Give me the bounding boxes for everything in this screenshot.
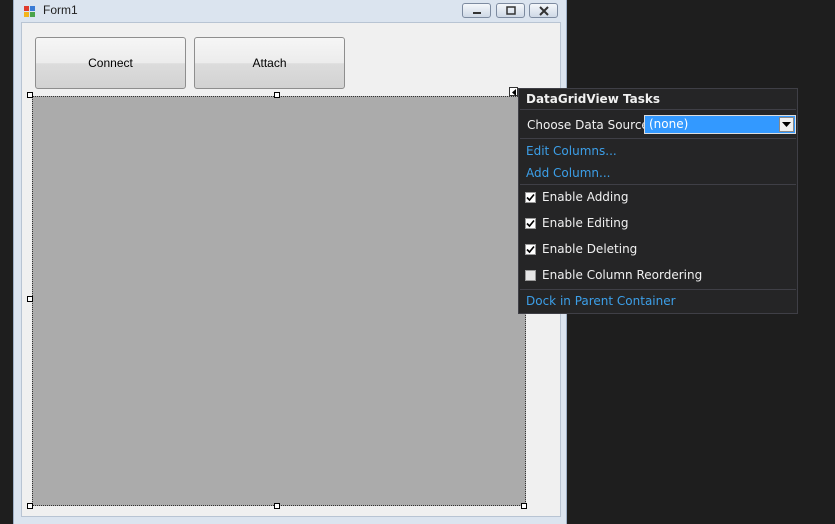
maximize-icon xyxy=(506,6,516,15)
connect-button[interactable]: Connect xyxy=(35,37,186,89)
form-app-icon xyxy=(23,4,37,18)
tasks-panel-title: DataGridView Tasks xyxy=(526,92,660,106)
enable-deleting-option[interactable]: Enable Deleting xyxy=(525,242,637,256)
form-titlebar[interactable]: Form1 xyxy=(14,0,566,22)
attach-button[interactable]: Attach xyxy=(194,37,345,89)
checkmark-icon xyxy=(526,219,535,227)
enable-adding-option[interactable]: Enable Adding xyxy=(525,190,628,204)
data-source-value: (none) xyxy=(649,117,689,131)
checkmark-icon xyxy=(526,245,535,253)
resize-handle-top[interactable] xyxy=(274,92,280,98)
form-title: Form1 xyxy=(43,3,78,17)
datagridview-tasks-panel: DataGridView Tasks Choose Data Source: (… xyxy=(518,88,798,314)
resize-handle-bottom-right[interactable] xyxy=(521,503,527,509)
resize-handle-left[interactable] xyxy=(27,296,33,302)
smart-tag-glyph[interactable] xyxy=(509,87,518,96)
close-icon xyxy=(539,6,549,16)
form-client-area: Connect Attach xyxy=(21,22,561,517)
enable-adding-label: Enable Adding xyxy=(542,190,629,204)
divider xyxy=(520,289,796,290)
resize-handle-bottom-left[interactable] xyxy=(27,503,33,509)
datagridview[interactable] xyxy=(32,96,526,506)
enable-deleting-checkbox[interactable] xyxy=(525,243,536,255)
smart-tag-arrow-icon xyxy=(512,89,516,96)
chevron-down-icon xyxy=(782,122,791,127)
minimize-icon xyxy=(473,12,481,14)
enable-deleting-label: Enable Deleting xyxy=(542,242,638,256)
minimize-button[interactable] xyxy=(462,3,491,18)
form-window: Form1 Connect Attach xyxy=(13,0,567,524)
enable-column-reordering-option[interactable]: Enable Column Reordering xyxy=(525,268,702,282)
divider xyxy=(520,109,796,110)
data-source-dropdown[interactable]: (none) xyxy=(644,115,796,134)
dropdown-arrow-button[interactable] xyxy=(779,117,794,132)
enable-column-reordering-label: Enable Column Reordering xyxy=(542,268,703,282)
checkmark-icon xyxy=(526,193,535,201)
resize-handle-top-left[interactable] xyxy=(27,92,33,98)
enable-editing-label: Enable Editing xyxy=(542,216,629,230)
resize-handle-bottom[interactable] xyxy=(274,503,280,509)
add-column-link[interactable]: Add Column... xyxy=(526,166,610,180)
close-button[interactable] xyxy=(529,3,558,18)
data-source-label: Choose Data Source: xyxy=(527,118,653,132)
enable-editing-checkbox[interactable] xyxy=(525,217,536,229)
enable-adding-checkbox[interactable] xyxy=(525,191,536,203)
maximize-button[interactable] xyxy=(496,3,525,18)
edit-columns-link[interactable]: Edit Columns... xyxy=(526,144,617,158)
divider xyxy=(520,184,796,185)
dock-in-parent-container-link[interactable]: Dock in Parent Container xyxy=(526,294,676,308)
enable-column-reordering-checkbox[interactable] xyxy=(525,269,536,281)
divider xyxy=(520,138,796,139)
enable-editing-option[interactable]: Enable Editing xyxy=(525,216,628,230)
